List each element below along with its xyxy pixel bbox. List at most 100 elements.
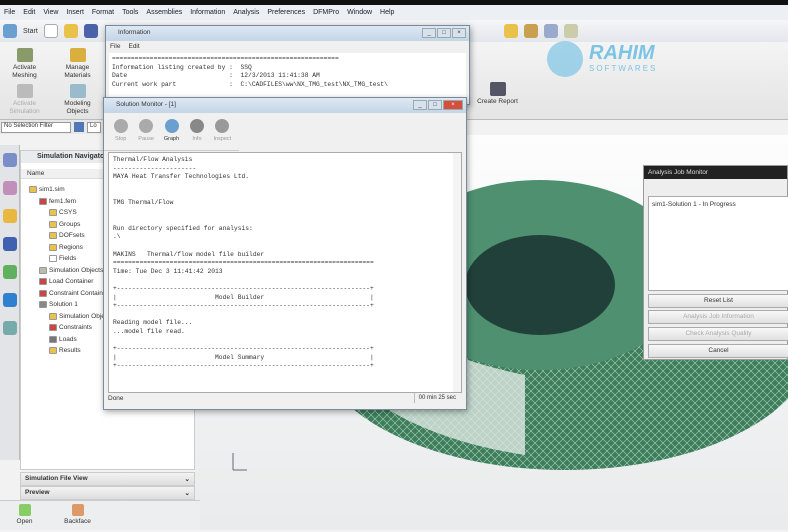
solution-log: Thermal/Flow Analysis -------------------… [108, 152, 462, 393]
history-icon[interactable] [3, 321, 17, 335]
tool-graph-button[interactable]: Graph [161, 117, 182, 146]
menu-edit[interactable]: Edit [128, 43, 139, 51]
menu-insert[interactable]: Insert [66, 9, 84, 16]
light-icon[interactable] [503, 24, 518, 38]
menu-assemblies[interactable]: Assemblies [146, 9, 182, 16]
tool-stop-button[interactable]: Stop [110, 117, 131, 146]
roles-icon[interactable] [3, 265, 17, 279]
tree-node-icon [39, 278, 47, 285]
tree-item[interactable]: Solution 1 [39, 301, 78, 308]
activate-meshing-button[interactable]: Activate Meshing [2, 48, 47, 80]
minimize-button[interactable]: _ [422, 28, 436, 38]
tool-pause-button[interactable]: Pause [135, 117, 156, 146]
menu-file[interactable]: File [110, 43, 120, 51]
simulation-navigator-icon[interactable] [3, 237, 17, 251]
maximize-button[interactable]: □ [428, 100, 442, 110]
backface-button[interactable]: Backface [55, 504, 100, 526]
tool-inspect-button[interactable]: Inspect [212, 117, 233, 146]
preview-panel[interactable]: Preview ⌄ [20, 486, 195, 500]
label: Info [192, 136, 202, 142]
tree-item-label: Regions [59, 243, 83, 251]
tree-item[interactable]: Constraints [49, 324, 92, 331]
info-line: ========================================… [112, 55, 339, 62]
cancel-button[interactable]: Cancel [648, 344, 788, 358]
tree-item[interactable]: Constraint Container [39, 289, 109, 297]
info-line: Information listing created by : SSQ [112, 63, 252, 71]
analysis-job-information-button[interactable]: Analysis Job Information [648, 310, 788, 324]
create-report-button[interactable]: Create Report [475, 82, 520, 106]
job-item[interactable]: sim1-Solution 1 - In Progress [652, 201, 785, 208]
scope-select[interactable]: Lo [87, 121, 101, 133]
info-icon [189, 119, 204, 133]
tree-item-label: Solution 1 [49, 301, 78, 308]
constraint-icon[interactable] [3, 209, 17, 223]
manage-materials-button[interactable]: Manage Materials [55, 48, 100, 80]
tree-item[interactable]: CSYS [49, 209, 77, 216]
svg-text:SOFTWARES: SOFTWARES [589, 64, 657, 73]
menu-analysis[interactable]: Analysis [233, 9, 259, 16]
tree-item-label: Groups [59, 220, 81, 228]
start-icon[interactable] [3, 24, 17, 38]
tree-item[interactable]: fem1.fem [39, 197, 77, 205]
info-icon[interactable] [3, 293, 17, 307]
reset-list-button[interactable]: Reset List [648, 294, 788, 308]
tree-item-label: CSYS [59, 209, 77, 216]
simulation-file-view-panel[interactable]: Simulation File View ⌄ [20, 472, 195, 486]
menu-window[interactable]: Window [347, 9, 372, 16]
tree-item-label: Load Container [49, 278, 94, 285]
tree-item[interactable]: Results [49, 347, 81, 354]
log-line: Time: Tue Dec 3 11:41:42 2013 [113, 267, 223, 275]
tree-item[interactable]: Regions [49, 243, 83, 251]
new-file-icon[interactable] [43, 24, 58, 38]
label: Inspect [213, 136, 232, 142]
minimize-button[interactable]: _ [413, 100, 427, 110]
menu-preferences[interactable]: Preferences [267, 9, 305, 16]
tree-item[interactable]: sim1.sim [29, 186, 65, 193]
menu-file[interactable]: File [4, 9, 15, 16]
tree-node-icon [39, 301, 47, 308]
close-button[interactable]: × [443, 100, 463, 110]
maximize-button[interactable]: □ [437, 28, 451, 38]
menu-tools[interactable]: Tools [122, 9, 138, 16]
menu-dfmpro[interactable]: DFMPro [313, 9, 339, 16]
tree-item[interactable]: Load Container [39, 278, 93, 285]
view-tool-icon[interactable] [484, 24, 498, 38]
open-button[interactable]: Open [2, 504, 47, 526]
menu-help[interactable]: Help [380, 9, 394, 16]
menu-edit[interactable]: Edit [23, 9, 35, 16]
dropdown-icon[interactable] [74, 122, 84, 132]
solution-monitor-title-bar[interactable]: Solution Monitor - [1] _ □ × [104, 98, 466, 113]
modeling-objects-button[interactable]: Modeling Objects [55, 84, 100, 116]
tree-item[interactable]: DOFsets [49, 232, 85, 239]
label: Pause [138, 136, 154, 142]
tree-item[interactable]: Simulation Objects [39, 266, 103, 274]
orient-icon[interactable] [523, 24, 538, 38]
log-scrollbar[interactable] [453, 153, 461, 392]
selection-filter[interactable]: No Selection Filter [1, 121, 71, 133]
open-folder-icon[interactable] [63, 24, 78, 38]
label: Manage Materials [64, 64, 91, 79]
menu-format[interactable]: Format [92, 9, 114, 16]
save-icon[interactable] [83, 24, 98, 38]
close-button[interactable]: × [452, 28, 466, 38]
watermark-logo: RAHIM SOFTWARES [543, 25, 673, 83]
tree-item-label: Results [59, 347, 81, 354]
resource-bar [0, 145, 20, 460]
activate-simulation-button[interactable]: Activate Simulation [2, 84, 47, 116]
log-line: MAKINS Thermal/flow model file builder [113, 250, 265, 258]
start-button[interactable]: Start [23, 28, 38, 35]
assembly-navigator-icon[interactable] [3, 153, 17, 167]
tree-item[interactable]: Groups [49, 220, 81, 228]
label: Graph [163, 136, 180, 142]
tree-item[interactable]: Loads [49, 335, 77, 343]
tree-item[interactable]: Fields [49, 255, 76, 262]
check-analysis-quality-button[interactable]: Check Analysis Quality [648, 327, 788, 341]
part-navigator-icon[interactable] [3, 181, 17, 195]
information-title-bar[interactable]: Information _ □ × [106, 26, 469, 41]
tree-item-label: fem1.fem [49, 197, 77, 205]
menu-information[interactable]: Information [190, 9, 225, 16]
menu-view[interactable]: View [43, 9, 58, 16]
tool-info-button[interactable]: Info [186, 117, 207, 146]
chevron-down-icon: ⌄ [184, 490, 190, 497]
job-list[interactable]: sim1-Solution 1 - In Progress [648, 196, 788, 291]
